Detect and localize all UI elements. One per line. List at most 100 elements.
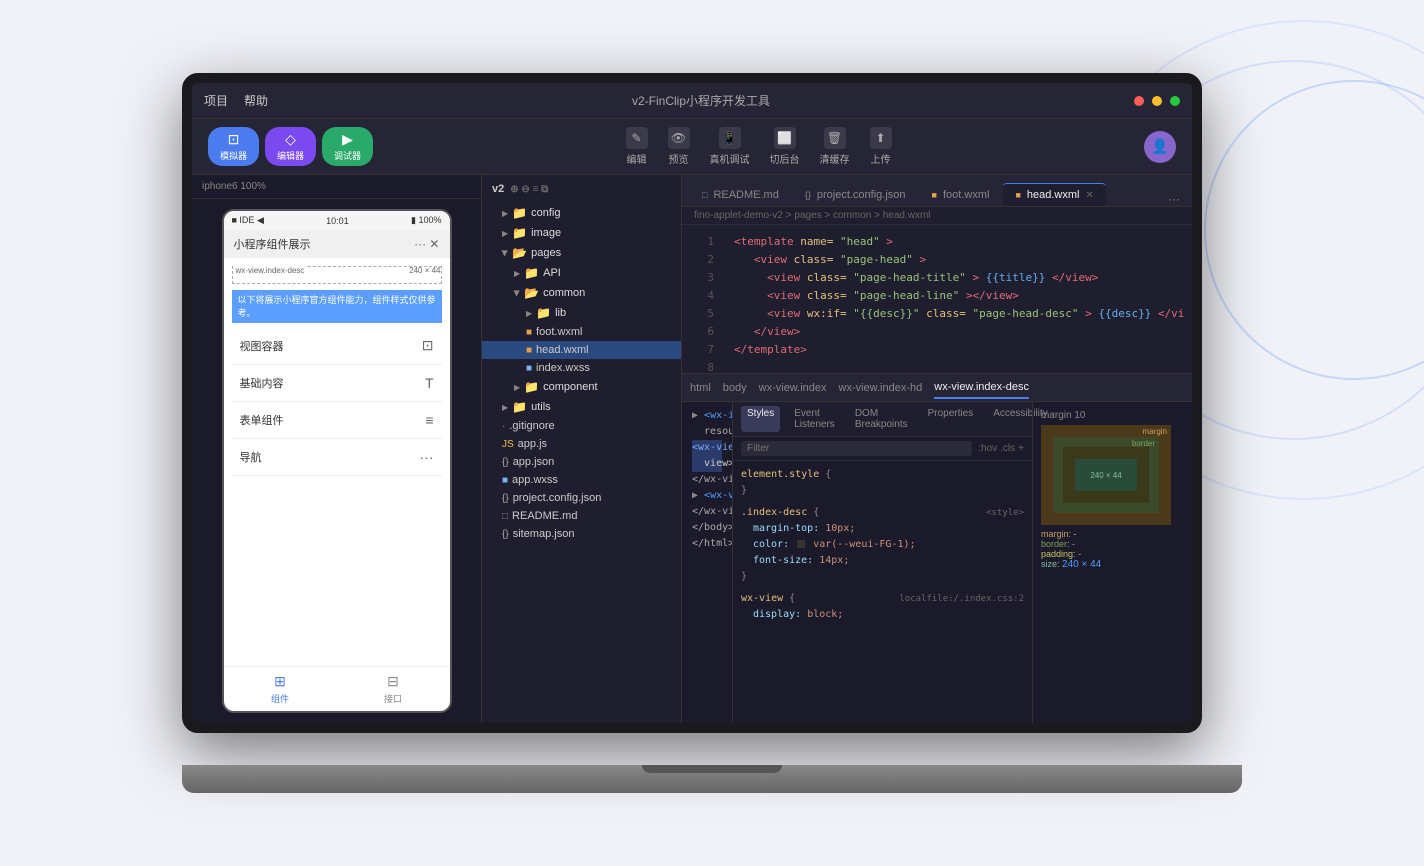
dom-tag-6: <wx-view [704, 490, 732, 501]
tree-item-api[interactable]: ▶ 📁 API [482, 263, 681, 283]
tab-foot-wxml[interactable]: ■ foot.wxml [920, 184, 1002, 206]
dom-tab-body[interactable]: body [723, 378, 747, 398]
tab-head-icon: ■ [1015, 190, 1020, 200]
styles-tab-properties[interactable]: Properties [922, 406, 980, 432]
device-nav-api[interactable]: ⊟ 接口 [337, 667, 450, 711]
styles-tabs-row: Styles Event Listeners DOM Breakpoints P… [733, 402, 1032, 437]
tree-item-app-wxss[interactable]: ■ app.wxss [482, 471, 681, 489]
tab-readme[interactable]: □ README.md [690, 184, 791, 206]
device-battery: ▮ 100% [411, 215, 441, 226]
tree-item-foot-wxml[interactable]: ■ foot.wxml [482, 323, 681, 341]
tree-item-pages[interactable]: ▶ 📂 pages [482, 243, 681, 263]
styles-tab-styles[interactable]: Styles [741, 406, 780, 432]
style-sel-text: element.style [741, 469, 825, 480]
tree-item-app-js[interactable]: JS app.js [482, 435, 681, 453]
dom-tab-wx-index-hd[interactable]: wx-view.index-hd [839, 378, 923, 398]
editor-button[interactable]: ◇ 编辑器 [265, 127, 316, 166]
code-close-3: > [972, 271, 979, 284]
menu-help[interactable]: 帮助 [244, 92, 268, 109]
dom-tab-wx-index[interactable]: wx-view.index [759, 378, 827, 398]
code-close-5: > [1085, 307, 1092, 320]
list-item-label-1: 基础内容 [240, 375, 284, 391]
main-area: iphone6 100% ■ IDE ◀ 10:01 ▮ 100% 小程序组件展… [192, 175, 1192, 723]
filter-hov[interactable]: :hov [978, 443, 997, 454]
tree-item-config[interactable]: ▶ 📁 config [482, 203, 681, 223]
tab-readme-label: README.md [713, 189, 778, 201]
tree-item-lib[interactable]: ▶ 📁 lib [482, 303, 681, 323]
code-main: 1 2 3 4 5 6 7 8 <templa [682, 225, 1192, 373]
tree-item-gitignore[interactable]: · .gitignore [482, 417, 681, 435]
styles-panel: Styles Event Listeners DOM Breakpoints P… [732, 402, 1032, 723]
style-link-wx[interactable]: localfile:/.index.css:2 [899, 591, 1024, 607]
debugger-button[interactable]: ▶ 调试器 [322, 127, 373, 166]
styles-tab-events[interactable]: Event Listeners [788, 406, 841, 432]
folder-icon-lib: 📁 [536, 306, 551, 320]
tree-item-common[interactable]: ▶ 📂 common [482, 283, 681, 303]
style-prop-val-display: block; [807, 609, 843, 620]
minimize-button[interactable] [1152, 96, 1162, 106]
tree-label-api: API [543, 267, 561, 279]
tool-preview[interactable]: 👁 预览 [668, 127, 690, 166]
code-attr-3: class= [807, 271, 847, 284]
arrow-lib: ▶ [526, 309, 532, 318]
file-icon-foot-wxml: ■ [526, 327, 532, 338]
component-nav-label: 组件 [271, 692, 289, 705]
tool-background[interactable]: ⬜ 切后台 [770, 127, 800, 166]
line-num-3: 3 [682, 269, 722, 287]
tab-more-button[interactable]: ··· [1164, 192, 1184, 206]
filter-plus[interactable]: + [1018, 443, 1024, 454]
code-tag-6: </view> [754, 325, 800, 338]
styles-tab-dom-breakpoints[interactable]: DOM Breakpoints [849, 406, 914, 432]
menu-project[interactable]: 项目 [204, 92, 228, 109]
styles-filter-row: :hov .cls + [733, 437, 1032, 461]
code-content[interactable]: <template name= "head" > <view class= [722, 225, 1192, 373]
tab-head-wxml[interactable]: ■ head.wxml ✕ [1003, 183, 1105, 206]
folder-icon-utils: 📁 [512, 400, 527, 414]
editor-icon: ◇ [285, 131, 296, 148]
tool-edit[interactable]: ✎ 编辑 [626, 127, 648, 166]
close-button[interactable] [1134, 96, 1144, 106]
simulator-device: ■ IDE ◀ 10:01 ▮ 100% 小程序组件展示 ··· ✕ wx-vi… [192, 199, 481, 723]
code-tag-7: </template> [734, 343, 807, 356]
api-nav-label: 接口 [384, 692, 402, 705]
filter-cls[interactable]: .cls [1000, 443, 1015, 454]
list-item-label-0: 视图容器 [240, 338, 284, 354]
tab-head-close[interactable]: ✕ [1085, 190, 1093, 201]
tree-item-app-json[interactable]: {} app.json [482, 453, 681, 471]
dim-size-label: size [1041, 559, 1057, 569]
line-num-8: 8 [682, 359, 722, 373]
dom-tab-html[interactable]: html [690, 378, 711, 398]
styles-filter-input[interactable] [741, 441, 972, 456]
tree-item-index-wxss[interactable]: ■ index.wxss [482, 359, 681, 377]
tool-clear-cache[interactable]: 🗑 清缓存 [820, 127, 850, 166]
tab-project-icon: {} [805, 190, 811, 200]
tool-upload[interactable]: ⬆ 上传 [870, 127, 892, 166]
api-nav-icon: ⊟ [387, 673, 399, 690]
tree-item-utils[interactable]: ▶ 📁 utils [482, 397, 681, 417]
simulator-button[interactable]: ⊡ 模拟器 [208, 127, 259, 166]
device-nav-component[interactable]: ⊞ 组件 [224, 667, 337, 711]
maximize-button[interactable] [1170, 96, 1180, 106]
tree-item-image[interactable]: ▶ 📁 image [482, 223, 681, 243]
tree-item-project-json[interactable]: {} project.config.json [482, 489, 681, 507]
user-avatar[interactable]: 👤 [1144, 131, 1176, 163]
real-device-label: 真机调试 [710, 151, 750, 166]
code-val-2: "page-head" [840, 253, 913, 266]
code-line-3: <view class= "page-head-title" > {{title… [734, 269, 1180, 287]
line-numbers: 1 2 3 4 5 6 7 8 [682, 225, 722, 373]
dom-tab-wx-index-desc[interactable]: wx-view.index-desc [934, 377, 1029, 399]
dom-code-area[interactable]: ▶ <wx-image class= "index-logo" src= "..… [682, 402, 732, 723]
tool-real-device[interactable]: 📱 真机调试 [710, 127, 750, 166]
dim-margin-row: margin: - [1041, 529, 1184, 539]
styles-content: element.style { } [733, 461, 1032, 723]
tree-item-head-wxml[interactable]: ■ head.wxml [482, 341, 681, 359]
tree-item-sitemap[interactable]: {} sitemap.json [482, 525, 681, 543]
tree-item-component[interactable]: ▶ 📁 component [482, 377, 681, 397]
tab-project-config[interactable]: {} project.config.json [793, 184, 918, 206]
tree-label-config: config [531, 207, 560, 219]
device-menu-icon[interactable]: ··· ✕ [414, 237, 439, 251]
dom-text-4: view> == $0 [692, 458, 732, 469]
tree-item-readme[interactable]: □ README.md [482, 507, 681, 525]
dim-padding-label: padding [1041, 549, 1073, 559]
code-val-5b: "page-head-desc" [972, 307, 1078, 320]
